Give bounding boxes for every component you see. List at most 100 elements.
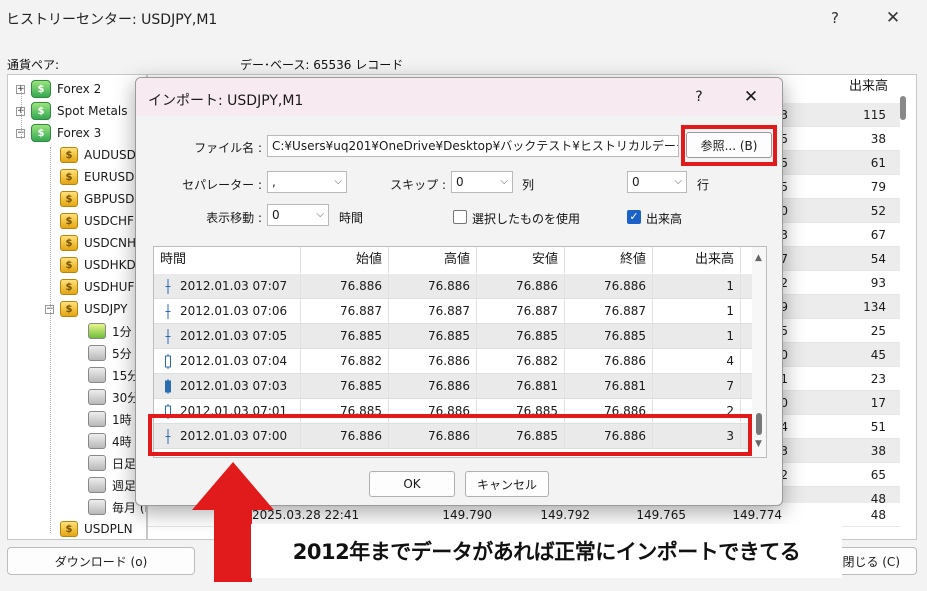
dialog-close-button[interactable]: ✕ <box>734 83 768 111</box>
tree-item[interactable]: $ USDCNH <box>60 232 136 254</box>
time-shift-select[interactable]: 0 ⌵ <box>267 204 329 226</box>
window-title: ヒストリーセンター: USDJPY,M1 <box>6 12 218 28</box>
separator-select[interactable]: , ⌵ <box>267 171 347 193</box>
high-cell: 76.886 <box>389 424 477 449</box>
candlestick-icon <box>165 379 171 394</box>
volume-cell: 23 <box>870 372 886 386</box>
preview-row[interactable]: 2012.01.03 07:03 76.885 76.886 76.881 76.881… <box>154 374 752 399</box>
preview-row[interactable]: 2012.01.03 07:00 76.886 76.886 76.885 76.886… <box>154 424 752 449</box>
volume-column-header[interactable]: 出来高 <box>828 75 888 99</box>
symbol-tree[interactable]: + $ Forex 2 + $ Spot Metals − $ Forex 3 $ AUDUSD $ E… <box>7 74 147 540</box>
tree-item[interactable]: + $ Spot Metals <box>16 100 127 122</box>
skip-rows-select[interactable]: 0 ⌵ <box>627 171 687 193</box>
cancel-button[interactable]: キャンセル <box>465 471 549 497</box>
time-cell: 2012.01.03 07:00 <box>154 424 301 449</box>
tree-item[interactable]: $ AUDUSD <box>60 144 136 166</box>
file-name-input[interactable]: C:¥Users¥uq201¥OneDrive¥Desktop¥バックテスト¥ヒ… <box>267 135 679 157</box>
tree-item[interactable]: $ EURUSD <box>60 166 134 188</box>
volume-cell: 134 <box>863 300 886 314</box>
tree-item[interactable]: 30分 <box>88 386 139 408</box>
volume-cell: 79 <box>870 180 886 194</box>
dialog-titlebar: インポート: USDJPY,M1 ? ✕ <box>136 78 782 116</box>
time-cell: 2012.01.03 07:06 <box>154 299 301 324</box>
skip-columns-select[interactable]: 0 ⌵ <box>451 171 513 193</box>
tree-item[interactable]: $ USDCHF <box>60 210 134 232</box>
scroll-down-icon[interactable]: ▼ <box>755 439 762 449</box>
open-cell: 76.886 <box>301 274 389 299</box>
preview-row[interactable]: 2012.01.03 07:05 76.885 76.885 76.885 76.885… <box>154 324 752 349</box>
tree-item[interactable]: 1分 <box>88 320 132 342</box>
volume-cell: 17 <box>870 396 886 410</box>
high-cell: 76.886 <box>389 374 477 399</box>
import-preview-grid[interactable]: 時間 始値 高値 安値 終値 出来高 2012.01.03 07:07 76.886 76.8… <box>153 246 767 458</box>
tree-item[interactable]: $ GBPUSD <box>60 188 134 210</box>
tree-item-label: 1時 <box>112 412 132 427</box>
database-icon <box>88 477 106 493</box>
scroll-up-icon[interactable]: ▲ <box>755 253 762 263</box>
use-selected-checkbox[interactable] <box>453 210 467 224</box>
database-icon <box>88 455 106 471</box>
use-selected-label[interactable]: 選択したものを使用 <box>472 210 580 227</box>
tree-item[interactable]: + $ Forex 2 <box>16 78 101 100</box>
preview-row[interactable]: 2012.01.03 07:01 76.885 76.886 76.885 76.886… <box>154 399 752 424</box>
currency-pair-label: 通貨ペア: <box>7 58 60 72</box>
volume-checkbox-label[interactable]: 出来高 <box>646 210 682 227</box>
time-cell: 2012.01.03 07:07 <box>154 274 301 299</box>
tree-item-label: USDJPY <box>84 302 128 316</box>
folder-currency-icon: $ <box>31 124 51 142</box>
low-cell: 76.887 <box>477 299 565 324</box>
column-header[interactable]: 安値 <box>477 247 565 273</box>
scrollbar-thumb[interactable] <box>756 413 762 435</box>
tree-item[interactable]: 1時 <box>88 408 132 430</box>
time-shift-value: 0 <box>272 208 280 222</box>
folder-currency-icon: $ <box>31 102 51 120</box>
candlestick-icon <box>165 329 171 344</box>
tree-item[interactable]: $ USDHKD <box>60 254 136 276</box>
tree-item[interactable]: 15分 <box>88 364 139 386</box>
ok-button[interactable]: OK <box>369 471 455 497</box>
preview-row[interactable]: 2012.01.03 07:06 76.887 76.887 76.887 76.887… <box>154 299 752 324</box>
volume-cell: 52 <box>870 204 886 218</box>
tree-item[interactable]: − $ USDJPY <box>45 298 127 320</box>
volume-cell: 7 <box>653 374 741 399</box>
tree-item-label: EURUSD <box>84 170 135 184</box>
folder-currency-icon: $ <box>31 80 51 98</box>
tree-item-label: USDCNH <box>84 236 137 250</box>
tree-item[interactable]: 週足 <box>88 474 136 496</box>
close-cell: 76.886 <box>565 274 653 299</box>
tree-item[interactable]: $ USDPLN <box>60 518 133 539</box>
column-header[interactable]: 高値 <box>389 247 477 273</box>
open-cell: 76.882 <box>301 349 389 374</box>
column-header[interactable]: 時間 <box>154 247 301 273</box>
help-button[interactable]: ? <box>812 4 858 32</box>
column-header[interactable]: 出来高 <box>653 247 741 273</box>
download-button[interactable]: ダウンロード (o) <box>7 547 195 575</box>
tree-item[interactable]: $ USDHUF <box>60 276 134 298</box>
skip-rows-value: 0 <box>632 175 640 189</box>
candlestick-icon <box>165 304 171 319</box>
volume-checkbox[interactable]: ✓ <box>627 210 641 224</box>
tree-item[interactable]: 4時 <box>88 430 132 452</box>
preview-row[interactable]: 2012.01.03 07:04 76.882 76.886 76.882 76.886… <box>154 349 752 374</box>
symbol-icon: $ <box>60 191 78 207</box>
symbol-icon: $ <box>60 235 78 251</box>
browse-button[interactable]: 参照... (B) <box>686 132 772 158</box>
grid-scrollbar-thumb[interactable] <box>900 96 906 120</box>
database-icon <box>88 389 106 405</box>
symbol-icon: $ <box>60 257 78 273</box>
low-cell: 76.881 <box>477 374 565 399</box>
tree-item[interactable]: 5分 <box>88 342 132 364</box>
dialog-help-button[interactable]: ? <box>684 83 714 111</box>
tree-item[interactable]: − $ Forex 3 <box>16 122 101 144</box>
tree-item[interactable]: 日足 <box>88 452 136 474</box>
column-header[interactable]: 始値 <box>301 247 389 273</box>
preview-row[interactable]: 2012.01.03 07:07 76.886 76.886 76.886 76.886… <box>154 274 752 299</box>
tree-item-label: 4時 <box>112 434 132 449</box>
volume-cell: 38 <box>870 132 886 146</box>
preview-scrollbar[interactable]: ▲ ▼ <box>752 247 766 457</box>
time-cell: 2012.01.03 07:03 <box>154 374 301 399</box>
volume-cell: 115 <box>863 108 886 122</box>
close-window-button[interactable]: ✕ <box>870 4 916 32</box>
time-cell: 2012.01.03 07:04 <box>154 349 301 374</box>
column-header[interactable]: 終値 <box>565 247 653 273</box>
